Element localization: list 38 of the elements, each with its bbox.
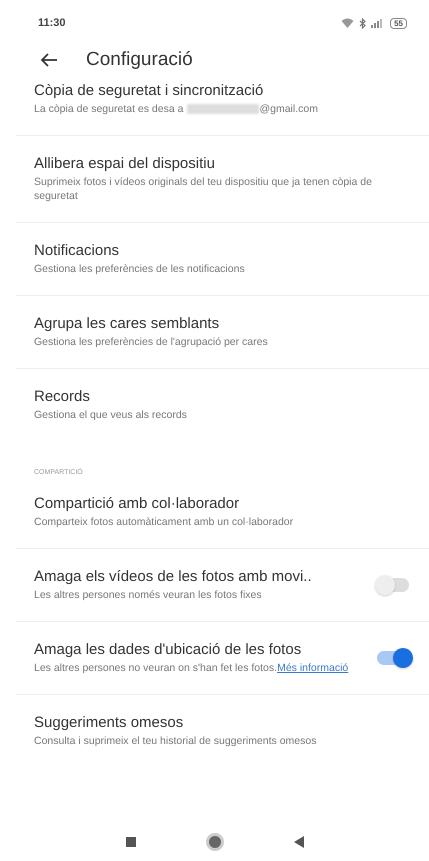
battery-indicator: 55 (390, 18, 407, 28)
item-subtitle: Les altres persones no veuran on s'han fet les fotos.Més informació (34, 661, 350, 675)
item-title: Agrupa les cares semblants (34, 315, 220, 332)
settings-item[interactable]: Còpia de seguretat i sincronització La còpia de seguretat es desa a @gmail.com (16, 82, 429, 136)
item-subtitle: Gestiona les preferències de l'agrupació per cares (34, 335, 269, 349)
item-subtitle: Comparteix fotos automàticament amb un col·laborador (34, 515, 294, 529)
item-title: Amaga les dades d'ubicació de les fotos (34, 641, 302, 658)
settings-item[interactable]: Allibera espai del dispositiu Suprimeix fotos i vídeos originals del teu dispositiu que ja tenen còpia de seguretat (16, 136, 429, 223)
item-subtitle: La còpia de seguretat es desa a @gmail.com (34, 102, 319, 116)
more-info-link[interactable]: Més informació (277, 662, 348, 674)
wifi-icon (341, 18, 354, 28)
settings-item[interactable]: Amaga els vídeos de les fotos amb movi.. Les altres persones només veuran les fotos fixes (16, 549, 429, 622)
item-title: Records (34, 388, 91, 405)
recents-button[interactable] (126, 837, 136, 847)
item-subtitle: Les altres persones només veuran les fotos fixes (34, 588, 263, 602)
item-title: Suggeriments omesos (34, 714, 184, 731)
page-title: Configuració (86, 49, 193, 71)
item-title: Amaga els vídeos de les fotos amb movi.. (34, 568, 313, 585)
back-arrow-icon[interactable] (40, 53, 58, 67)
home-button[interactable] (206, 833, 224, 851)
back-triangle-icon[interactable] (294, 836, 304, 848)
settings-item[interactable]: Records Gestiona el que veus als records (16, 369, 429, 441)
item-title: Compartició amb col·laborador (34, 495, 240, 512)
bluetooth-icon (359, 18, 366, 28)
item-title: Notificacions (34, 242, 120, 259)
item-title: Còpia de seguretat i sincronització (34, 82, 264, 99)
item-subtitle: Gestiona les preferències de les notificacions (34, 262, 246, 276)
item-subtitle: Consulta i suprimeix el teu historial de suggeriments omesos (34, 734, 318, 748)
settings-item[interactable]: Agrupa les cares semblants Gestiona les preferències de l'agrupació per cares (16, 296, 429, 369)
item-subtitle: Suprimeix fotos i vídeos originals del teu dispositiu que ja tenen còpia de seguretat (34, 175, 373, 203)
item-title: Allibera espai del dispositiu (34, 155, 216, 172)
settings-item[interactable]: Amaga les dades d'ubicació de les fotos Les altres persones no veuran on s'han fet les fotos.Més informació (16, 622, 429, 695)
settings-item[interactable]: Suggeriments omesos Consulta i suprimeix el teu historial de suggeriments omesos (16, 695, 429, 767)
item-subtitle: Gestiona el que veus als records (34, 408, 188, 422)
toggle-switch[interactable] (377, 578, 409, 592)
settings-item[interactable]: Notificacions Gestiona les preferències de les notificacions (16, 223, 429, 296)
settings-item[interactable]: Compartició amb col·laborador Comparteix fotos automàticament amb un col·laborador (16, 476, 429, 549)
status-time: 11:30 (38, 17, 66, 29)
